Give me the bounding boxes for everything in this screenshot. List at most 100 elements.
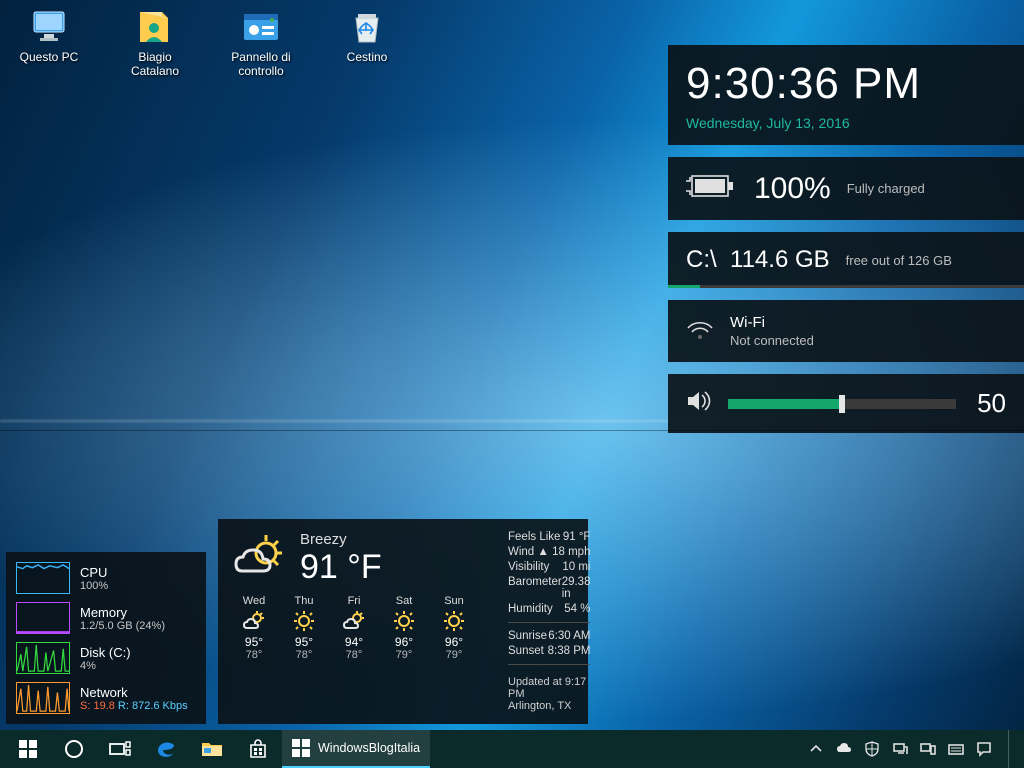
forecast-low: 79°	[446, 649, 463, 661]
taskbar-app-windowsblogitalia[interactable]: WindowsBlogItalia	[282, 730, 430, 768]
forecast-sunny-icon	[292, 609, 316, 633]
clock-date: Wednesday, July 13, 2016	[686, 115, 1006, 131]
label-humidity: Humidity	[508, 603, 553, 615]
desktop-icon-label: Pannello di controllo	[222, 50, 300, 78]
cpu-row: CPU100%	[16, 562, 196, 594]
forecast-day: Wed 95°78°	[232, 595, 276, 661]
forecast-row: Wed95°78°Thu95°78°Fri94°78°Sat96°79°Sun9…	[232, 595, 476, 661]
right-widget-column: 9:30:36 PM Wednesday, July 13, 2016 100%…	[668, 45, 1024, 433]
cpu-title: CPU	[80, 565, 108, 580]
clock-time: 9:30:36 PM	[686, 59, 1006, 109]
volume-slider[interactable]	[728, 399, 956, 409]
memory-graph	[16, 602, 70, 634]
weather-widget[interactable]: Breezy 91 °F Wed95°78°Thu95°78°Fri94°78°…	[218, 519, 588, 724]
task-view-button[interactable]	[98, 730, 142, 768]
battery-icon	[686, 171, 738, 206]
forecast-day: Sat 96°79°	[382, 595, 426, 661]
edge-button[interactable]	[144, 730, 188, 768]
cpu-graph	[16, 562, 70, 594]
label-feels-like: Feels Like	[508, 531, 560, 543]
show-desktop-button[interactable]	[1008, 730, 1014, 768]
forecast-sunny-icon	[442, 609, 466, 633]
store-button[interactable]	[236, 730, 280, 768]
drive-total: free out of 126 GB	[846, 253, 952, 268]
pc-icon	[28, 6, 70, 48]
forecast-day-label: Fri	[348, 595, 361, 607]
memory-row: Memory1.2/5.0 GB (24%)	[16, 602, 196, 634]
volume-knob[interactable]	[839, 395, 845, 413]
wifi-widget[interactable]: Wi-Fi Not connected	[668, 300, 1024, 362]
forecast-day: Sun96°79°	[432, 595, 476, 661]
weather-temp: 91 °F	[300, 548, 382, 587]
user-icon	[134, 6, 176, 48]
disk-title: Disk (C:)	[80, 645, 131, 660]
battery-percent: 100%	[754, 172, 831, 206]
forecast-low: 78°	[346, 649, 363, 661]
tray-action-center-icon[interactable]	[976, 741, 992, 757]
forecast-day: Thu 95°78°	[282, 595, 326, 661]
disk-row: Disk (C:)4%	[16, 642, 196, 674]
taskbar: WindowsBlogItalia	[0, 730, 1024, 768]
volume-widget[interactable]: 50	[668, 374, 1024, 433]
battery-status: Fully charged	[847, 181, 925, 196]
forecast-low: 78°	[296, 649, 313, 661]
wifi-icon	[686, 318, 714, 345]
weather-updated: Updated at 9:17 PMArlington, TX	[508, 676, 590, 712]
start-button[interactable]	[6, 730, 50, 768]
drive-letter: C:\	[686, 246, 717, 273]
volume-value: 50	[972, 388, 1006, 419]
forecast-day-label: Thu	[295, 595, 314, 607]
tray-defender-icon[interactable]	[864, 741, 880, 757]
memory-value: 1.2/5.0 GB (24%)	[80, 620, 165, 632]
forecast-high: 94°	[345, 635, 363, 649]
desktop-icon-control-panel[interactable]: Pannello di controllo	[222, 6, 300, 78]
clock-widget[interactable]: 9:30:36 PM Wednesday, July 13, 2016	[668, 45, 1024, 145]
value-barometer: 29.38 in	[562, 576, 591, 600]
volume-icon	[686, 390, 712, 417]
cortana-button[interactable]	[52, 730, 96, 768]
value-humidity: 54 %	[564, 603, 590, 615]
label-sunset: Sunset	[508, 645, 544, 657]
disk-value: 4%	[80, 660, 131, 672]
network-value: S: 19.8 R: 872.6 Kbps	[80, 700, 188, 712]
tray-onedrive-icon[interactable]	[836, 741, 852, 757]
tray-overflow-icon[interactable]	[808, 741, 824, 757]
weather-condition: Breezy	[300, 531, 382, 548]
file-explorer-button[interactable]	[190, 730, 234, 768]
forecast-day-label: Wed	[243, 595, 265, 607]
battery-widget[interactable]: 100% Fully charged	[668, 157, 1024, 220]
value-sunrise: 6:30 AM	[548, 630, 590, 642]
forecast-high: 96°	[395, 635, 413, 649]
forecast-partly-icon	[342, 609, 366, 633]
desktop-icon-recycle[interactable]: Cestino	[328, 6, 406, 78]
tray-devices-icon[interactable]	[920, 741, 936, 757]
tray-keyboard-icon[interactable]	[948, 741, 964, 757]
value-feels-like: 91 °F	[563, 531, 591, 543]
forecast-high: 95°	[245, 635, 263, 649]
network-graph	[16, 682, 70, 714]
drive-widget[interactable]: C:\ 114.6 GB free out of 126 GB	[668, 232, 1024, 288]
system-monitor-widget[interactable]: CPU100% Memory1.2/5.0 GB (24%) Disk (C:)…	[6, 552, 206, 724]
forecast-day-label: Sat	[396, 595, 413, 607]
forecast-low: 78°	[246, 649, 263, 661]
forecast-high: 96°	[445, 635, 463, 649]
desktop-icon-user[interactable]: Biagio Catalano	[116, 6, 194, 78]
weather-details: Feels Like91 °F Wind▲ 18 mph Visibility1…	[508, 531, 590, 712]
network-title: Network	[80, 685, 188, 700]
tray-network-icon[interactable]	[892, 741, 908, 757]
memory-title: Memory	[80, 605, 165, 620]
cpu-value: 100%	[80, 580, 108, 592]
desktop-icon-label: Questo PC	[20, 50, 79, 64]
label-sunrise: Sunrise	[508, 630, 547, 642]
label-barometer: Barometer	[508, 576, 562, 600]
forecast-high: 95°	[295, 635, 313, 649]
forecast-low: 79°	[396, 649, 413, 661]
label-visibility: Visibility	[508, 561, 549, 573]
disk-graph	[16, 642, 70, 674]
forecast-partly-icon	[242, 609, 266, 633]
wifi-status: Not connected	[730, 333, 814, 348]
wifi-name: Wi-Fi	[730, 314, 814, 331]
desktop-icon-pc[interactable]: Questo PC	[10, 6, 88, 78]
drive-free: 114.6 GB	[730, 246, 830, 273]
drive-usage-bar	[668, 285, 1024, 288]
